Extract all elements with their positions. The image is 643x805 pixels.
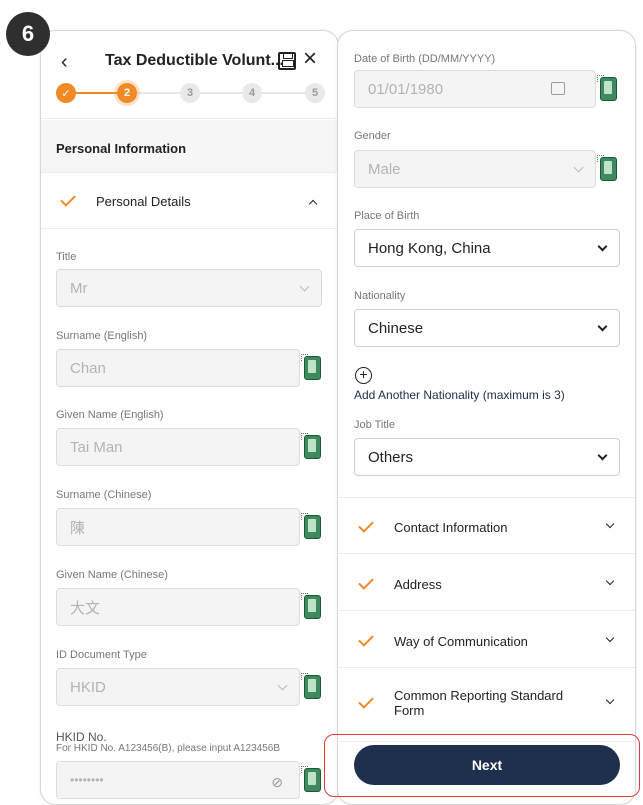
id-type-select[interactable]: HKID <box>56 668 300 706</box>
check-icon <box>358 517 374 533</box>
accordion-label: Common Reporting Standard Form <box>394 688 564 718</box>
title-value: Mr <box>70 279 88 297</box>
progress-line-remaining <box>137 92 315 94</box>
step-2[interactable]: 2 <box>117 83 137 103</box>
page-title: Tax Deductible Volunt... <box>105 52 284 69</box>
chevron-down-icon[interactable] <box>605 633 615 643</box>
title-select[interactable]: Mr <box>56 269 322 307</box>
plus-circle-icon: + <box>355 367 372 384</box>
step-3[interactable]: 3 <box>180 83 200 103</box>
eye-off-icon[interactable]: ⊘ <box>271 774 283 791</box>
chevron-down-icon <box>299 281 310 292</box>
highlight-box <box>324 734 640 797</box>
given-zh-field[interactable]: 大文 <box>56 588 300 626</box>
divider <box>338 497 635 498</box>
gender-value: Male <box>368 160 401 178</box>
id-type-value: HKID <box>70 678 106 696</box>
check-icon <box>60 191 76 207</box>
left-screen: ‹ Tax Deductible Volunt... × ✓ 2 3 4 5 P… <box>40 30 339 805</box>
hkid-label: HKID No. <box>56 730 107 744</box>
gender-label: Gender <box>354 130 391 142</box>
job-select[interactable]: Others <box>354 438 620 476</box>
scan-id-icon[interactable] <box>301 354 321 380</box>
job-label: Job Title <box>354 419 395 431</box>
chevron-down-icon <box>277 680 288 691</box>
chevron-down-icon[interactable] <box>605 695 615 705</box>
scan-id-icon[interactable] <box>597 155 617 181</box>
chevron-up-icon[interactable] <box>308 199 318 209</box>
calendar-icon[interactable] <box>551 82 565 95</box>
accordion-label: Contact Information <box>394 520 508 535</box>
hkid-value: •••••••• <box>70 773 104 787</box>
given-zh-label: Given Name (Chinese) <box>56 569 168 581</box>
add-nationality-text: Add Another Nationality (maximum is 3) <box>354 388 565 402</box>
surname-zh-field[interactable]: 陳 <box>56 508 300 546</box>
surname-zh-label: Surname (Chinese) <box>56 489 152 501</box>
scan-id-icon[interactable] <box>301 593 321 619</box>
divider <box>41 228 338 229</box>
pob-select[interactable]: Hong Kong, China <box>354 229 620 267</box>
check-icon <box>358 574 374 590</box>
surname-en-value: Chan <box>70 359 106 377</box>
dob-value: 01/01/1980 <box>368 80 444 98</box>
surname-en-label: Surname (English) <box>56 330 148 342</box>
divider <box>338 610 635 611</box>
given-en-value: Tai Man <box>70 438 123 456</box>
step-1[interactable]: ✓ <box>56 83 76 103</box>
accordion-label: Way of Communication <box>394 634 528 649</box>
check-icon <box>358 693 374 709</box>
title-label: Title <box>56 251 77 263</box>
job-value: Others <box>368 448 414 466</box>
check-icon <box>358 631 374 647</box>
hkid-field[interactable]: •••••••• ⊘ <box>56 761 300 799</box>
nationality-select[interactable]: Chinese <box>354 309 620 347</box>
divider <box>41 172 338 173</box>
given-en-field[interactable]: Tai Man <box>56 428 300 466</box>
scan-id-icon[interactable] <box>597 75 617 101</box>
scan-id-icon[interactable] <box>301 766 321 792</box>
pob-label: Place of Birth <box>354 210 420 222</box>
accordion-label: Address <box>394 577 442 592</box>
chevron-down-icon[interactable] <box>605 519 615 529</box>
scan-id-icon[interactable] <box>301 513 321 539</box>
nationality-label: Nationality <box>354 290 406 302</box>
save-icon[interactable] <box>278 52 296 70</box>
chevron-down-icon <box>573 162 584 173</box>
surname-en-field[interactable]: Chan <box>56 349 300 387</box>
chevron-down-icon <box>597 450 608 461</box>
divider <box>338 553 635 554</box>
chevron-left-icon[interactable]: ‹ <box>61 51 68 74</box>
chevron-down-icon[interactable] <box>605 576 615 586</box>
step-number-badge: 6 <box>6 12 50 56</box>
pob-value: Hong Kong, China <box>368 239 491 257</box>
scan-id-icon[interactable] <box>301 673 321 699</box>
divider <box>338 667 635 668</box>
chevron-down-icon <box>597 241 608 252</box>
given-en-label: Given Name (English) <box>56 409 164 421</box>
close-icon[interactable]: × <box>303 45 317 73</box>
given-zh-value: 大文 <box>70 599 101 617</box>
id-type-label: ID Document Type <box>56 649 147 661</box>
step-4[interactable]: 4 <box>242 83 262 103</box>
chevron-down-icon <box>597 321 608 332</box>
right-screen: Date of Birth (DD/MM/YYYY) 01/01/1980 Ge… <box>337 30 636 805</box>
header: ‹ Tax Deductible Volunt... × ✓ 2 3 4 5 <box>41 31 338 119</box>
step-5[interactable]: 5 <box>305 83 325 103</box>
surname-zh-value: 陳 <box>70 519 86 537</box>
dob-field[interactable]: 01/01/1980 <box>354 70 596 108</box>
nationality-value: Chinese <box>368 319 424 337</box>
scan-id-icon[interactable] <box>301 433 321 459</box>
gender-select[interactable]: Male <box>354 150 596 188</box>
dob-label: Date of Birth (DD/MM/YYYY) <box>354 53 496 65</box>
accordion-label: Personal Details <box>96 194 191 209</box>
section-title: Personal Information <box>56 141 187 156</box>
hkid-hint: For HKID No. A123456(B), please input A1… <box>56 743 281 754</box>
